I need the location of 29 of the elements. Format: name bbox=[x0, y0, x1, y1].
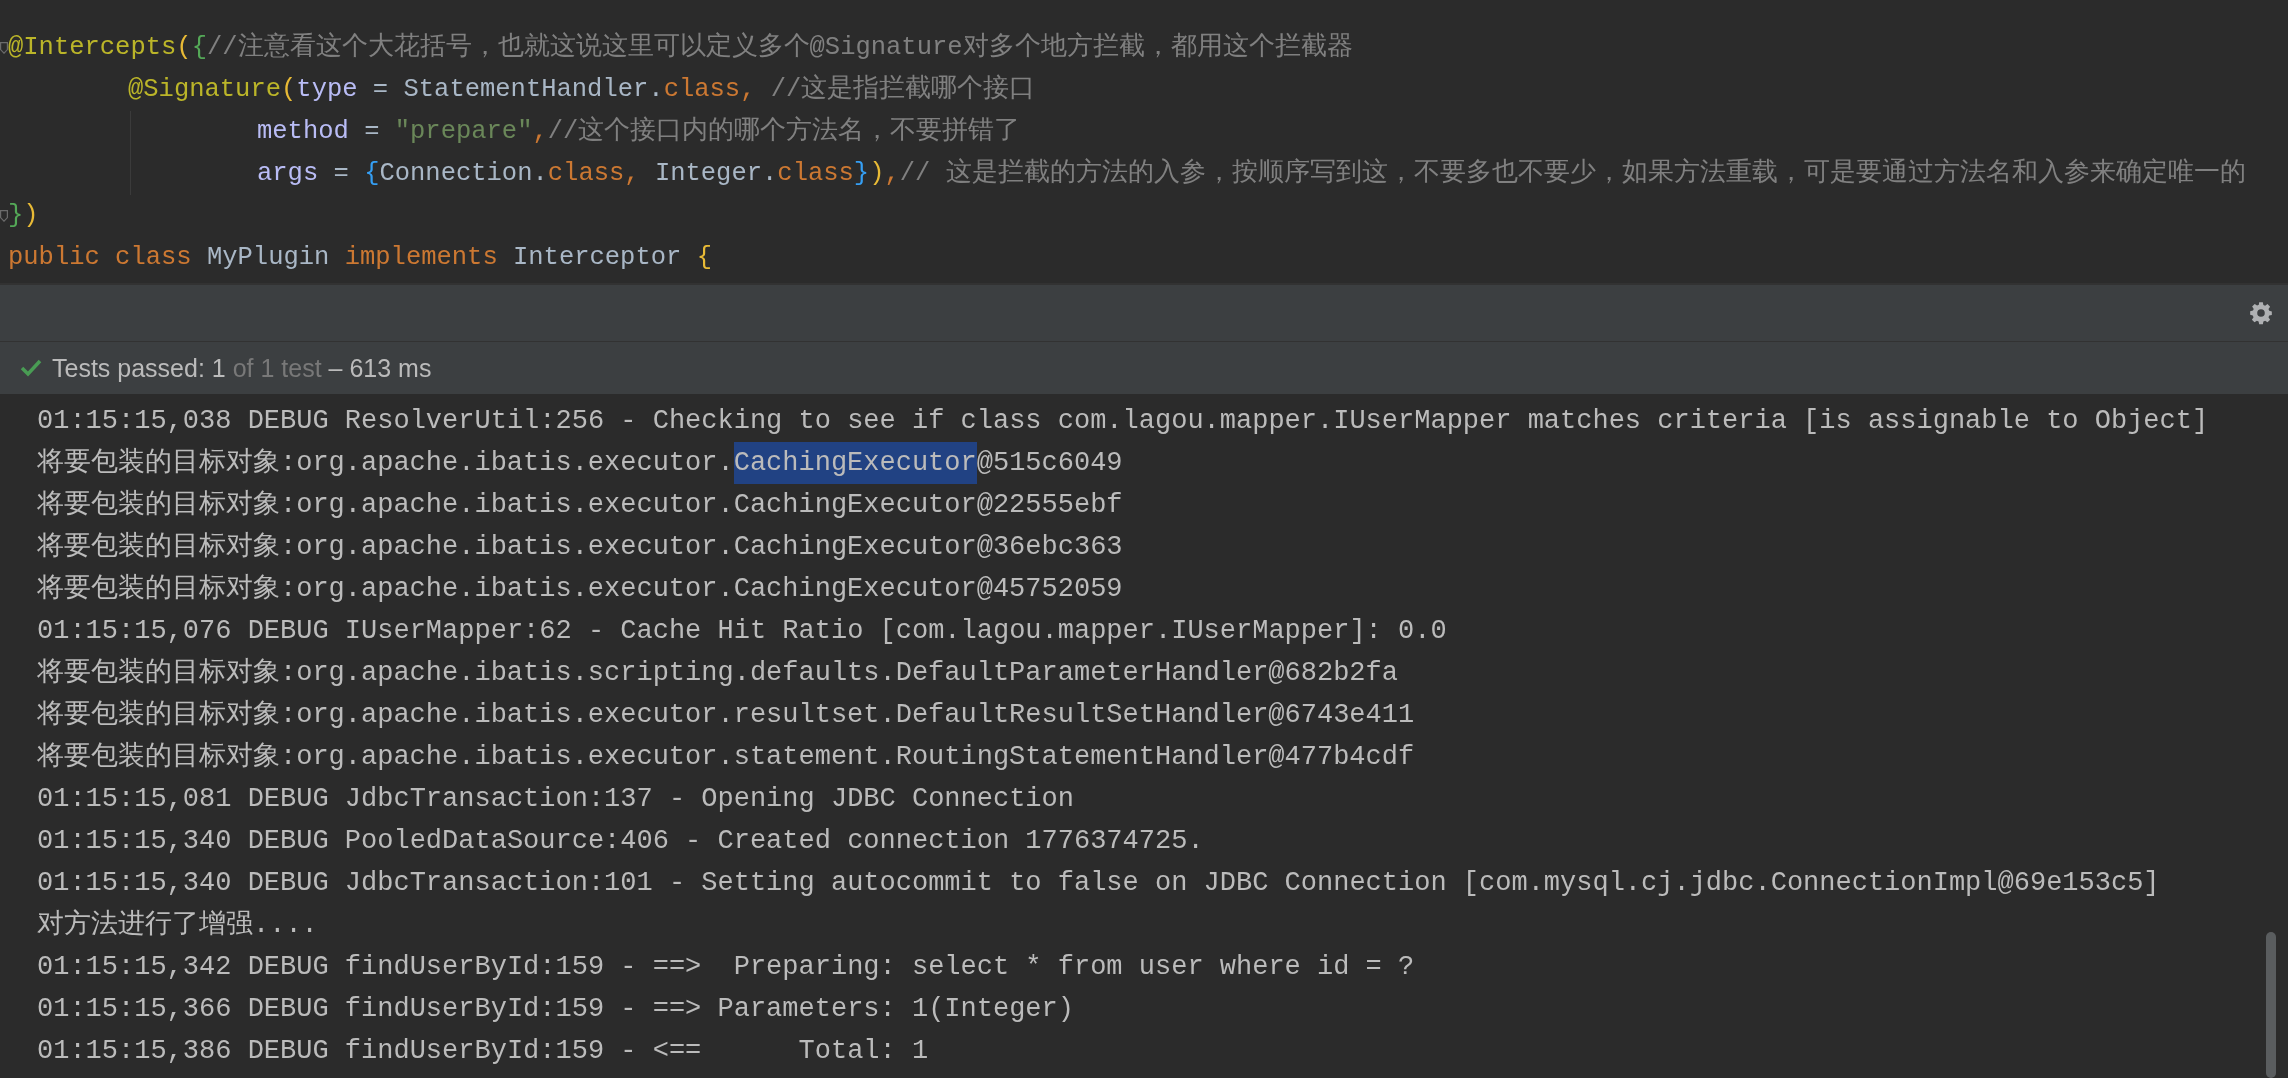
console-text: 将要包装的目标对象:org.apache.ibatis.executor. bbox=[37, 447, 734, 480]
console-text: 01:15:15,076 DEBUG IUserMapper:62 - Cache Hit Ratio [com.lagou.mapper.IUserMapper]: 0.0 bbox=[37, 615, 1447, 648]
code-line: @Signature(type = StatementHandler.class, //这是指拦截哪个接口 bbox=[128, 73, 1036, 106]
console-text: 将要包装的目标对象:org.apache.ibatis.executor.CachingExecutor@36ebc363 bbox=[37, 531, 1123, 564]
fold-icon[interactable] bbox=[0, 210, 8, 222]
code-line: method = "prepare",//这个接口内的哪个方法名，不要拼错了 bbox=[257, 115, 1021, 148]
code-line: }) bbox=[8, 200, 39, 232]
code-line: public class MyPlugin implements Interceptor { bbox=[8, 242, 712, 274]
code-line: @Intercepts({//注意看这个大花括号，也就这说这里可以定义多个@Signature对多个地方拦截，都用这个拦截器 bbox=[8, 31, 1353, 64]
console-text: 01:15:15,081 DEBUG JdbcTransaction:137 - Opening JDBC Connection bbox=[37, 783, 1074, 816]
console-text: 01:15:15,342 DEBUG findUserById:159 - ==> Preparing: select * from user where id = ? bbox=[37, 951, 1415, 984]
console-text: 01:15:15,340 DEBUG JdbcTransaction:101 - Setting autocommit to false on JDBC Connection [com.mysql.cj.jdbc.ConnectionImpl@69e153c5] bbox=[37, 867, 2160, 900]
console-text: 对方法进行了增强.... bbox=[37, 908, 318, 942]
console-text: 01:15:15,038 DEBUG ResolverUtil:256 - Checking to see if class com.lagou.mapper.IUserMapper matches criteria [is assignable to Object] bbox=[37, 405, 2209, 438]
console-text: @515c6049 bbox=[976, 447, 1123, 480]
console-text: 将要包装的目标对象:org.apache.ibatis.executor.CachingExecutor@45752059 bbox=[37, 573, 1123, 606]
selected-text: CachingExecutor bbox=[733, 442, 977, 484]
console-text: 将要包装的目标对象:org.apache.ibatis.executor.CachingExecutor@22555ebf bbox=[37, 489, 1123, 522]
console-text: 将要包装的目标对象:org.apache.ibatis.scripting.defaults.DefaultParameterHandler@682b2fa bbox=[37, 657, 1398, 690]
code-line: args = {Connection.class, Integer.class}),// 这是拦截的方法的入参，按顺序写到这，不要多也不要少，如果方法重载，可是要通过方法名和入参来确定唯一的 bbox=[257, 157, 2246, 190]
test-status: Tests passed: 1 of 1 test – 613 ms bbox=[52, 353, 432, 383]
fold-icon[interactable] bbox=[0, 42, 8, 54]
settings-icon[interactable] bbox=[2248, 300, 2274, 326]
scrollbar-thumb[interactable] bbox=[2266, 932, 2276, 1078]
console-text: 01:15:15,366 DEBUG findUserById:159 - ==> Parameters: 1(Integer) bbox=[37, 993, 1074, 1026]
console-text: 01:15:15,386 DEBUG findUserById:159 - <== Total: 1 bbox=[37, 1035, 929, 1068]
console-text: 将要包装的目标对象:org.apache.ibatis.executor.statement.RoutingStatementHandler@477b4cdf bbox=[37, 741, 1415, 774]
console-text: 将要包装的目标对象:org.apache.ibatis.executor.resultset.DefaultResultSetHandler@6743e411 bbox=[37, 699, 1415, 732]
console-text: 01:15:15,340 DEBUG PooledDataSource:406 - Created connection 1776374725. bbox=[37, 825, 1204, 858]
